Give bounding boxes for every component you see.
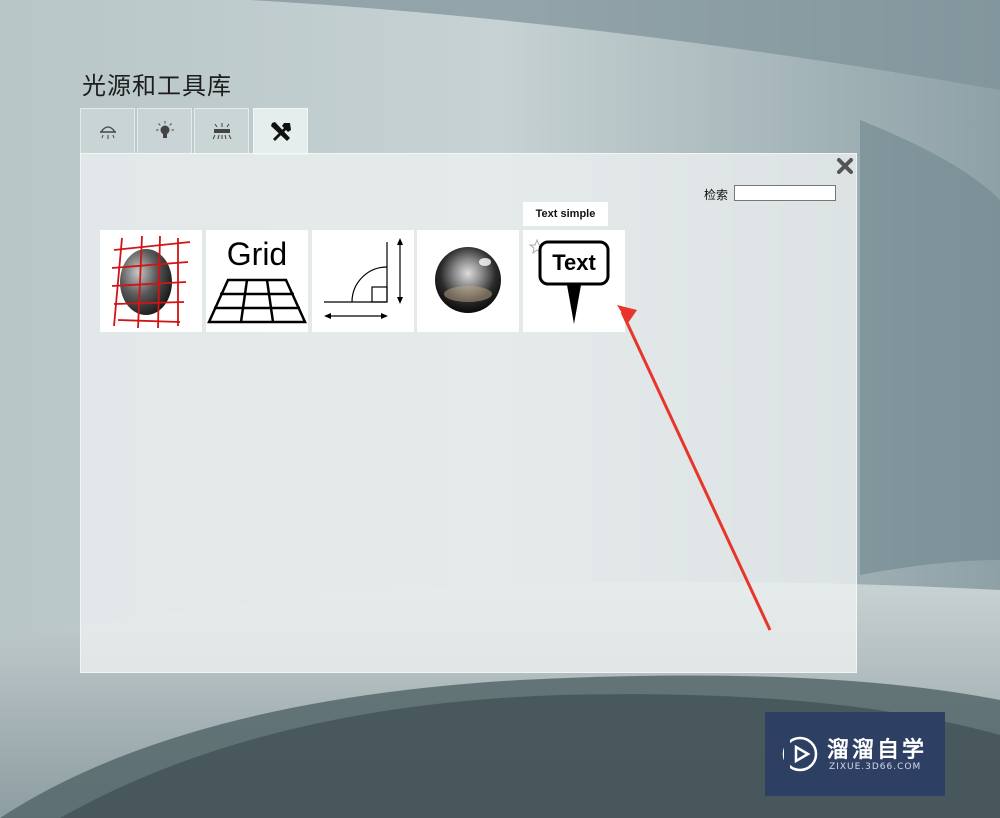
annotation-arrow xyxy=(617,305,772,631)
watermark-name: 溜溜自学 xyxy=(827,738,928,763)
watermark-url: ZIXUE.3D66.COM xyxy=(829,762,922,772)
play-logo-icon xyxy=(782,736,818,772)
watermark-badge: 溜溜自学 ZIXUE.3D66.COM xyxy=(765,712,945,796)
viewport-scene: 光源和工具库 检索 Text simple Grid Text 溜溜自学 ZIX… xyxy=(0,0,1000,818)
